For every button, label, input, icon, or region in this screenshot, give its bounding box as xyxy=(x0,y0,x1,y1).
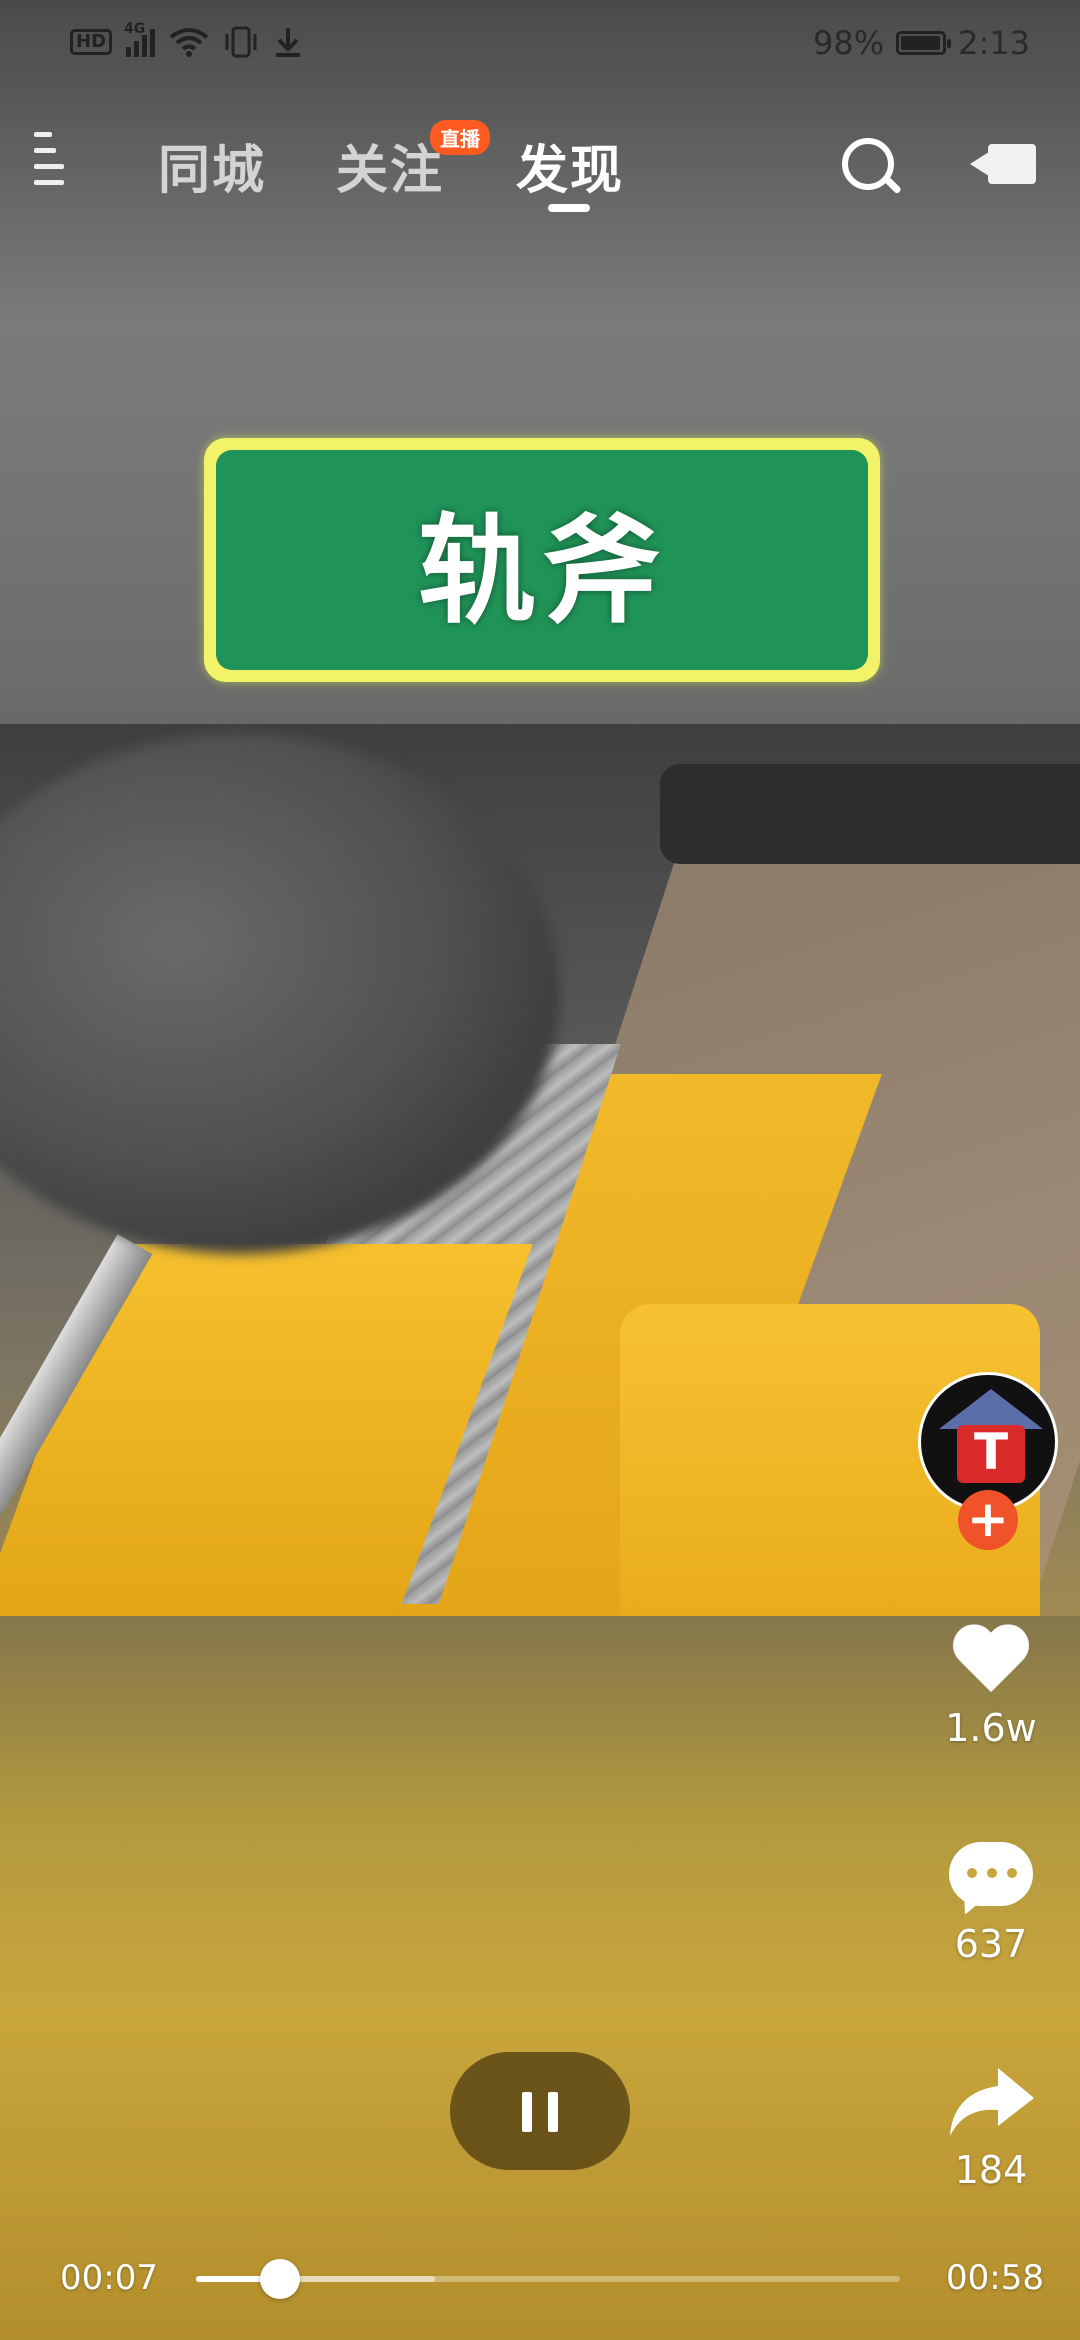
author-avatar-button[interactable]: T + xyxy=(918,1372,1064,1552)
progress-thumb[interactable] xyxy=(260,2259,301,2299)
top-nav: 同城 关注 直播 发现 xyxy=(0,110,1080,220)
current-time: 00:07 xyxy=(60,2258,158,2298)
like-button[interactable]: 1.6w xyxy=(924,1626,1058,1750)
battery-icon xyxy=(896,31,952,55)
status-left: HD 4G xyxy=(70,21,303,58)
menu-button[interactable] xyxy=(34,132,84,196)
camera-icon[interactable] xyxy=(970,140,1040,190)
battery-percent: 98% xyxy=(813,24,885,62)
video-title-text: 轨斧 xyxy=(216,450,868,670)
share-button[interactable]: 184 xyxy=(924,2064,1058,2192)
heart-icon xyxy=(951,1626,1031,1702)
duration-time: 00:58 xyxy=(946,2258,1044,2298)
video-feed-screen: HD 4G 98% 2:13 同城 关注 直播 发现 轨斧 T + 1.6w 6… xyxy=(0,0,1080,2340)
follow-plus-icon[interactable]: + xyxy=(958,1490,1018,1550)
pause-icon-bar xyxy=(522,2092,532,2132)
live-badge: 直播 xyxy=(430,120,490,155)
clock: 2:13 xyxy=(958,24,1030,62)
active-tab-indicator xyxy=(548,204,590,212)
menu-line xyxy=(34,148,56,153)
comment-count: 637 xyxy=(954,1922,1028,1966)
menu-line xyxy=(34,180,64,185)
hd-icon: HD xyxy=(70,29,113,55)
network-type: 4G xyxy=(124,21,146,37)
menu-line xyxy=(34,164,64,169)
notification-dot xyxy=(34,132,52,137)
progress-bar[interactable] xyxy=(196,2259,900,2299)
video-scene-handle xyxy=(660,764,1080,864)
video-title-sign: 轨斧 xyxy=(204,438,880,682)
download-icon xyxy=(276,28,301,57)
tab-following[interactable]: 关注 xyxy=(336,128,444,203)
comment-icon xyxy=(949,1842,1033,1920)
status-bar: HD 4G 98% 2:13 xyxy=(0,0,1080,90)
tab-discover[interactable]: 发现 xyxy=(516,128,624,203)
like-count: 1.6w xyxy=(945,1706,1037,1750)
pause-button[interactable] xyxy=(450,2052,630,2170)
wifi-icon xyxy=(169,28,209,57)
signal-icon: 4G xyxy=(124,21,156,57)
status-right: 98% 2:13 xyxy=(813,24,1030,62)
share-icon xyxy=(950,2068,1034,2136)
share-count: 184 xyxy=(954,2148,1028,2192)
pause-icon-bar xyxy=(548,2092,558,2132)
tab-nearby[interactable]: 同城 xyxy=(158,128,266,203)
comment-button[interactable]: 637 xyxy=(924,1842,1058,1966)
vibrate-icon xyxy=(225,26,257,58)
battery-fill xyxy=(901,36,941,50)
search-icon[interactable] xyxy=(840,136,902,196)
